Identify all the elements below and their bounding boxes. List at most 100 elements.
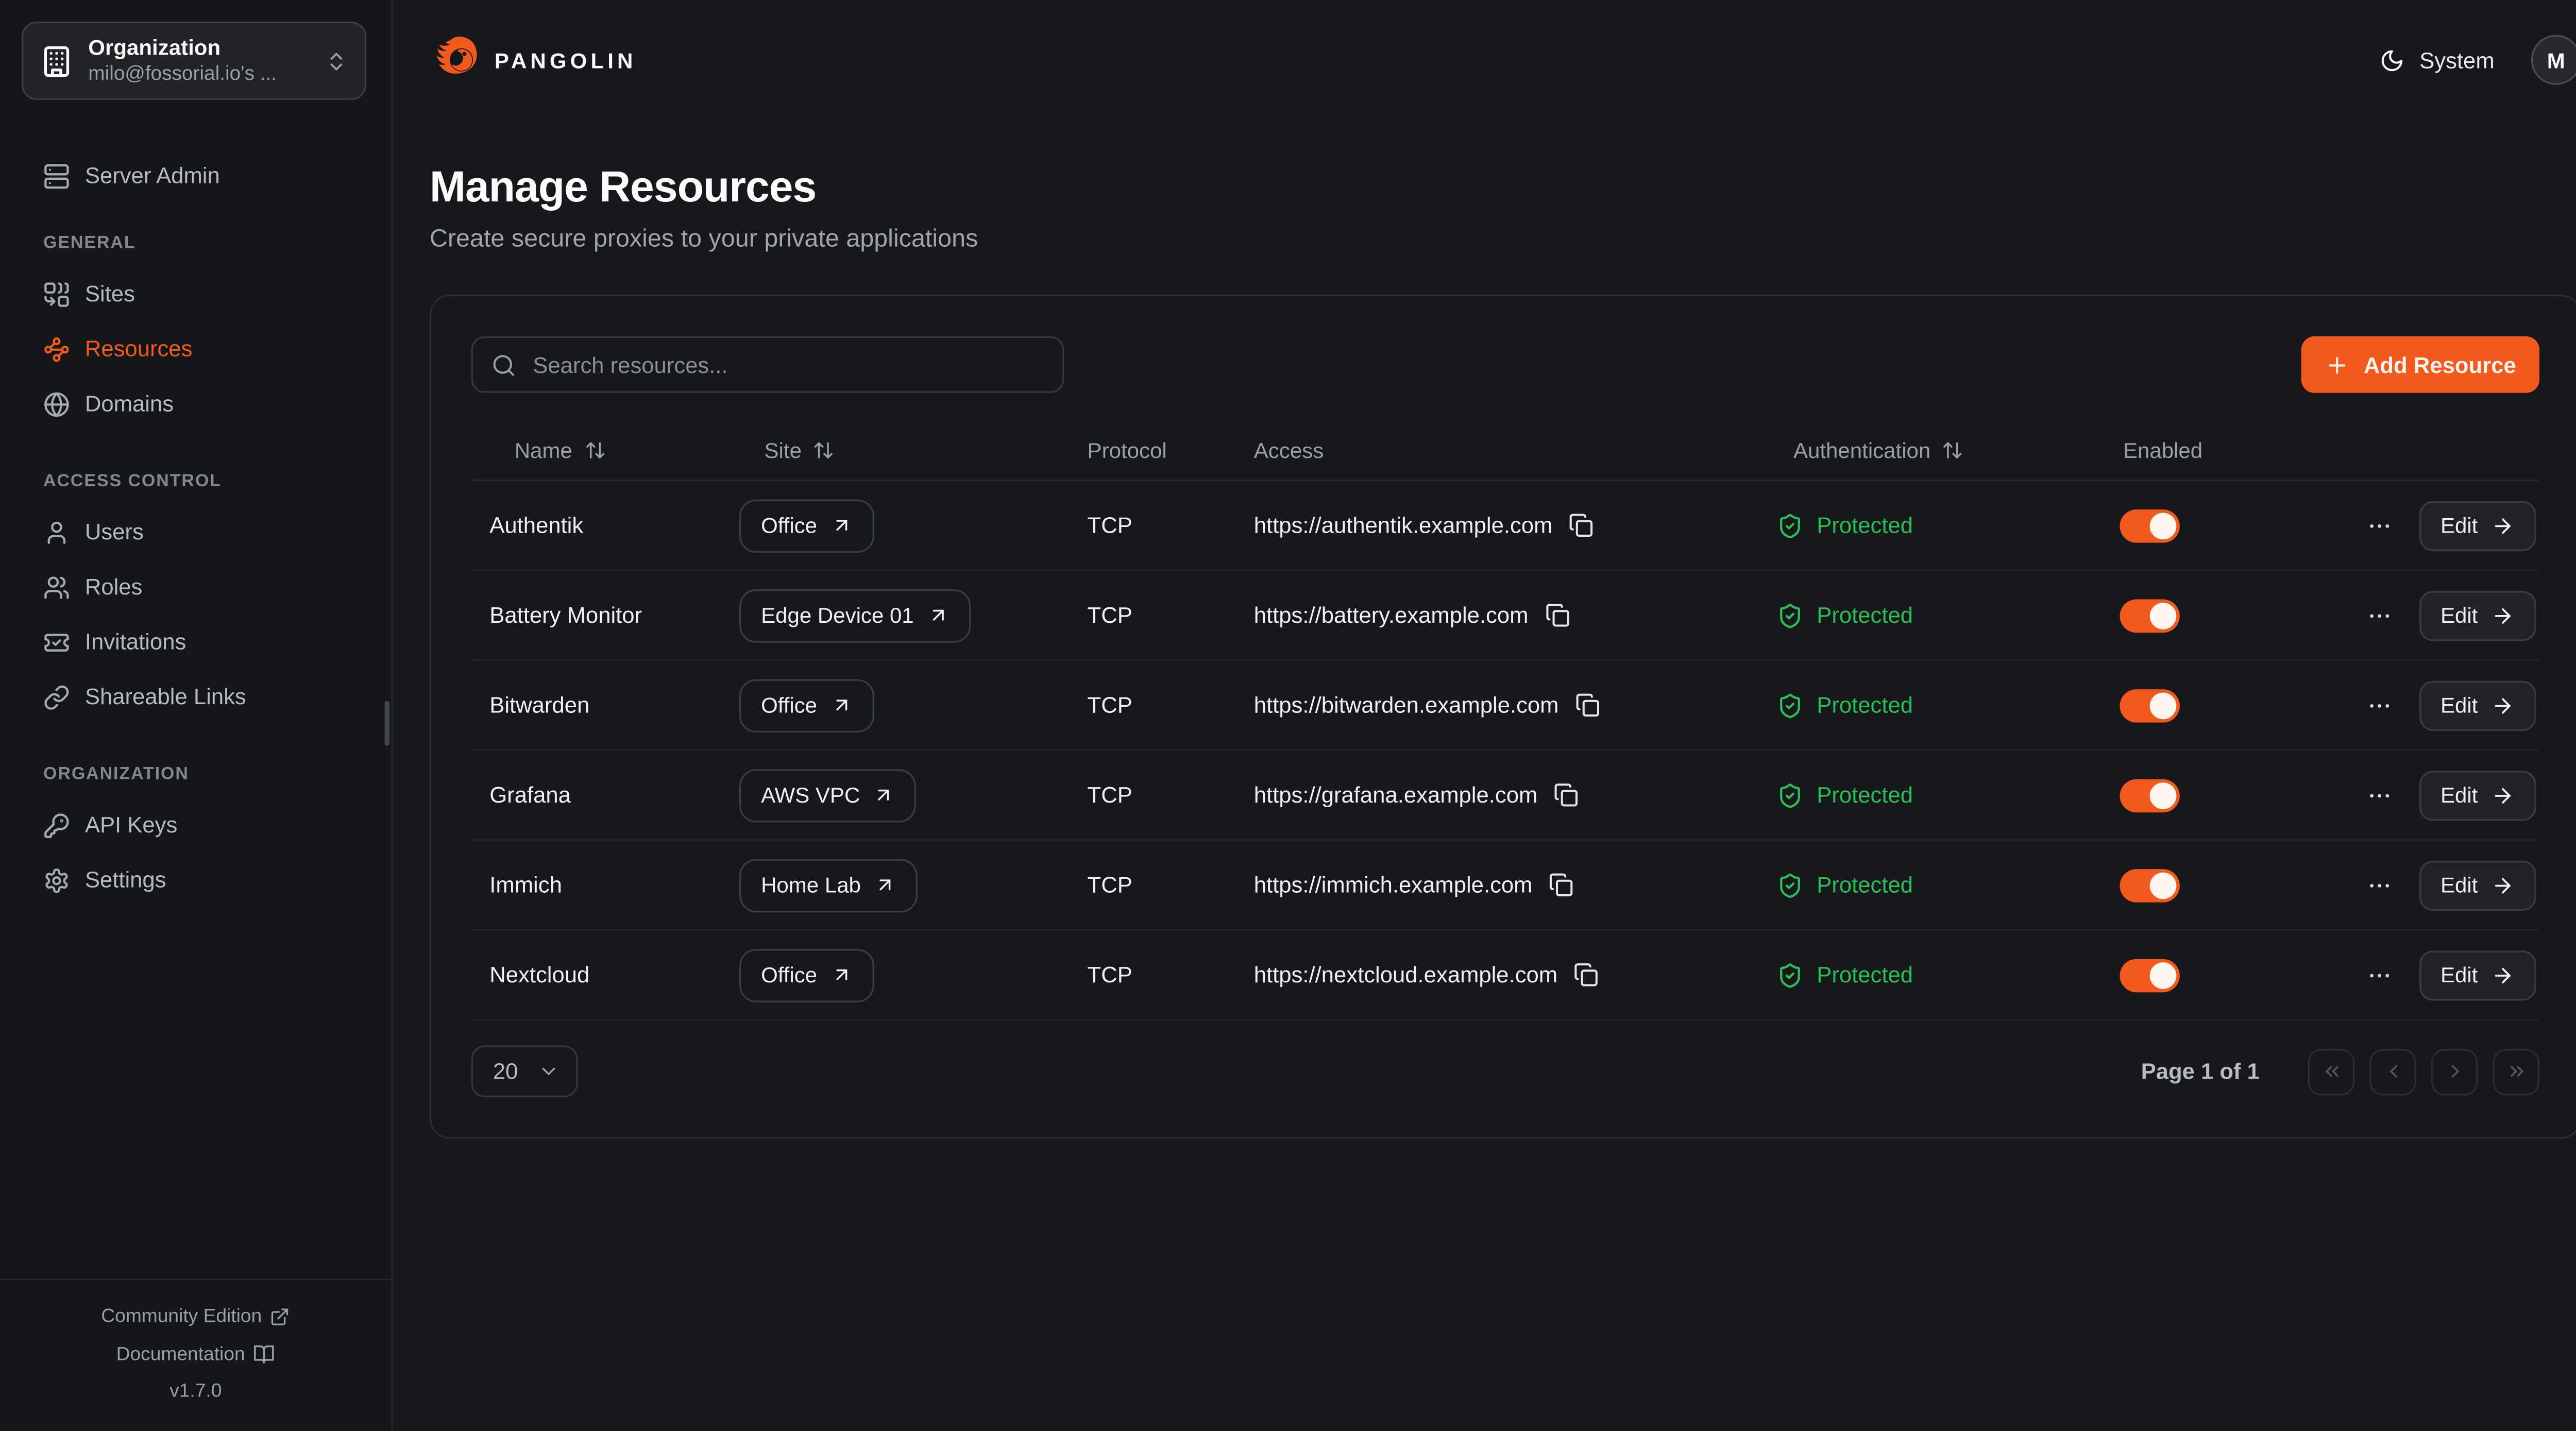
copy-icon: [1574, 962, 1599, 987]
copy-button[interactable]: [1554, 782, 1579, 807]
sidebar-item-users[interactable]: Users: [22, 504, 370, 559]
sidebar: Organization milo@fossorial.io's ... Ser…: [0, 0, 393, 1431]
community-edition-label: Community Edition: [101, 1299, 262, 1336]
site-link-button[interactable]: Office: [739, 499, 874, 552]
documentation-link[interactable]: Documentation: [0, 1336, 392, 1374]
access-url: https://nextcloud.example.com: [1254, 962, 1557, 987]
theme-label: System: [2419, 47, 2494, 72]
arrow-up-right-icon: [927, 604, 949, 626]
sidebar-footer: Community Edition Documentation v1.7.0: [0, 1279, 392, 1431]
prev-page-button[interactable]: [2369, 1048, 2416, 1095]
chevron-right-icon: [2444, 1061, 2465, 1082]
edit-button[interactable]: Edit: [2419, 500, 2536, 550]
sidebar-item-shareable-links[interactable]: Shareable Links: [22, 669, 370, 724]
site-link-button[interactable]: Edge Device 01: [739, 589, 971, 642]
chevron-left-icon: [2382, 1061, 2404, 1082]
page-subtitle: Create secure proxies to your private ap…: [430, 225, 2576, 253]
sort-icon[interactable]: [1942, 439, 1964, 461]
column-header-site[interactable]: Site: [721, 438, 1087, 463]
row-menu-button[interactable]: [2366, 872, 2393, 898]
first-page-button[interactable]: [2308, 1048, 2354, 1095]
server-icon: [43, 162, 70, 189]
site-link-button[interactable]: Office: [739, 948, 874, 1001]
building-icon: [40, 44, 74, 78]
edit-button[interactable]: Edit: [2419, 680, 2536, 730]
arrow-right-icon: [2491, 873, 2514, 896]
ellipsis-icon: [2366, 602, 2393, 628]
row-menu-button[interactable]: [2366, 781, 2393, 808]
enabled-toggle[interactable]: [2120, 868, 2179, 902]
auth-status: Protected: [1817, 873, 1913, 897]
copy-icon: [1545, 603, 1570, 627]
sidebar-item-api-keys[interactable]: API Keys: [22, 797, 370, 853]
sidebar-nav: Server Admin GENERAL Sites Resources Dom: [0, 122, 392, 908]
sidebar-scrollbar[interactable]: [385, 701, 390, 746]
enabled-toggle[interactable]: [2120, 599, 2179, 632]
shield-check-icon: [1777, 602, 1804, 628]
edit-label: Edit: [2441, 782, 2478, 807]
copy-button[interactable]: [1545, 603, 1570, 627]
protocol: TCP: [1088, 962, 1254, 987]
sidebar-item-server-admin[interactable]: Server Admin: [22, 148, 370, 203]
resource-name: Battery Monitor: [471, 603, 721, 627]
last-page-button[interactable]: [2493, 1048, 2539, 1095]
theme-toggle[interactable]: System: [2380, 47, 2495, 72]
auth-status: Protected: [1817, 603, 1913, 627]
sidebar-item-domains[interactable]: Domains: [22, 376, 370, 431]
sidebar-item-settings[interactable]: Settings: [22, 853, 370, 908]
column-label: Enabled: [2123, 438, 2202, 463]
avatar[interactable]: M: [2531, 35, 2576, 85]
sidebar-item-resources[interactable]: Resources: [22, 321, 370, 377]
enabled-toggle[interactable]: [2120, 688, 2179, 722]
column-header-name[interactable]: Name: [471, 438, 721, 463]
copy-button[interactable]: [1569, 513, 1594, 537]
user-icon: [43, 519, 70, 546]
row-menu-button[interactable]: [2366, 602, 2393, 628]
brand[interactable]: PANGOLIN: [430, 32, 637, 88]
search-input[interactable]: [530, 350, 1044, 379]
table-row: Bitwarden Office TCP https://bitwarden.e…: [471, 661, 2539, 751]
sort-icon[interactable]: [584, 439, 605, 461]
copy-button[interactable]: [1549, 873, 1574, 897]
sidebar-item-roles[interactable]: Roles: [22, 559, 370, 615]
auth-status: Protected: [1817, 513, 1913, 537]
community-edition-link[interactable]: Community Edition: [0, 1299, 392, 1336]
sort-icon[interactable]: [814, 439, 835, 461]
link-icon: [43, 684, 70, 710]
enabled-toggle[interactable]: [2120, 958, 2179, 992]
site-link-button[interactable]: Home Lab: [739, 858, 918, 911]
edit-button[interactable]: Edit: [2419, 860, 2536, 910]
page-size-select[interactable]: 20: [471, 1046, 578, 1097]
edit-button[interactable]: Edit: [2419, 590, 2536, 640]
enabled-toggle[interactable]: [2120, 778, 2179, 812]
next-page-button[interactable]: [2431, 1048, 2478, 1095]
row-menu-button[interactable]: [2366, 692, 2393, 719]
org-selector[interactable]: Organization milo@fossorial.io's ...: [22, 22, 366, 100]
moon-icon: [2380, 47, 2404, 72]
book-open-icon: [253, 1344, 275, 1366]
enabled-toggle[interactable]: [2120, 508, 2179, 542]
row-menu-button[interactable]: [2366, 962, 2393, 989]
ellipsis-icon: [2366, 692, 2393, 719]
edit-button[interactable]: Edit: [2419, 950, 2536, 1000]
add-resource-button[interactable]: Add Resource: [2302, 336, 2539, 393]
column-header-authentication[interactable]: Authentication: [1777, 438, 2107, 463]
copy-button[interactable]: [1575, 693, 1600, 718]
protocol: TCP: [1088, 873, 1254, 897]
ellipsis-icon: [2366, 781, 2393, 808]
globe-icon: [43, 390, 70, 417]
arrow-up-right-icon: [873, 784, 895, 806]
edit-button[interactable]: Edit: [2419, 770, 2536, 820]
sidebar-item-sites[interactable]: Sites: [22, 266, 370, 321]
shield-check-icon: [1777, 781, 1804, 808]
sidebar-item-invitations[interactable]: Invitations: [22, 615, 370, 670]
site-link-button[interactable]: Office: [739, 678, 874, 731]
row-menu-button[interactable]: [2366, 512, 2393, 539]
column-label: Authentication: [1793, 438, 1930, 463]
copy-button[interactable]: [1574, 962, 1599, 987]
toggle-knob: [2150, 781, 2177, 808]
arrow-up-right-icon: [831, 964, 852, 985]
site-link-button[interactable]: AWS VPC: [739, 769, 917, 822]
pangolin-logo-icon: [430, 32, 485, 88]
toggle-knob: [2150, 692, 2177, 719]
